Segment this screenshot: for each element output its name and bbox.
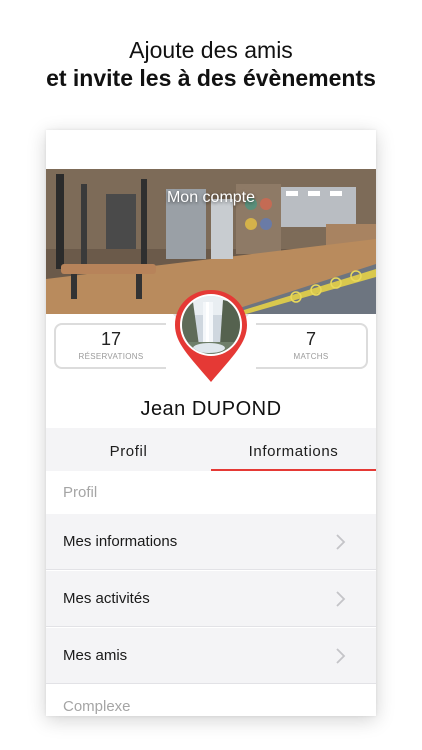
reservations-count: 17 <box>100 329 122 349</box>
page-title: Mon compte <box>166 189 256 206</box>
chevron-right-icon <box>336 648 346 664</box>
matchs-label: MATCHS <box>293 352 329 361</box>
tab-informations[interactable]: Informations <box>211 428 376 471</box>
avatar[interactable] <box>173 290 249 386</box>
matchs-stat[interactable]: 7 MATCHS <box>256 323 368 369</box>
reservations-stat[interactable]: 17 RÉSERVATIONS <box>54 323 166 369</box>
headline-line-1: Ajoute des amis <box>129 37 293 63</box>
phone-screen: Mon compte 17 RÉSERVATIONS 7 MATCHS Jean… <box>46 130 376 716</box>
status-bar <box>46 130 376 169</box>
section-header-profil: Profil <box>46 471 376 514</box>
menu-item-mes-informations[interactable]: Mes informations <box>46 514 376 570</box>
reservations-label: RÉSERVATIONS <box>78 352 144 361</box>
menu-item-label: Mes amis <box>63 647 128 664</box>
chevron-right-icon <box>336 591 346 607</box>
menu-item-mes-activites[interactable]: Mes activités <box>46 571 376 627</box>
headline-line-2: et invite les à des évènements <box>46 65 376 91</box>
section-header-complexe: Complexe <box>46 685 376 716</box>
user-name: Jean DUPOND <box>140 398 282 420</box>
marketing-headline: Ajoute des amis et invite les à des évèn… <box>0 36 422 92</box>
chevron-right-icon <box>336 534 346 550</box>
menu-item-mes-amis[interactable]: Mes amis <box>46 628 376 684</box>
menu-item-label: Mes activités <box>63 590 150 607</box>
matchs-count: 7 <box>305 329 316 349</box>
menu-item-label: Mes informations <box>63 533 178 550</box>
profile-tabs: Profil Informations <box>46 428 376 471</box>
tab-profil[interactable]: Profil <box>46 428 211 469</box>
